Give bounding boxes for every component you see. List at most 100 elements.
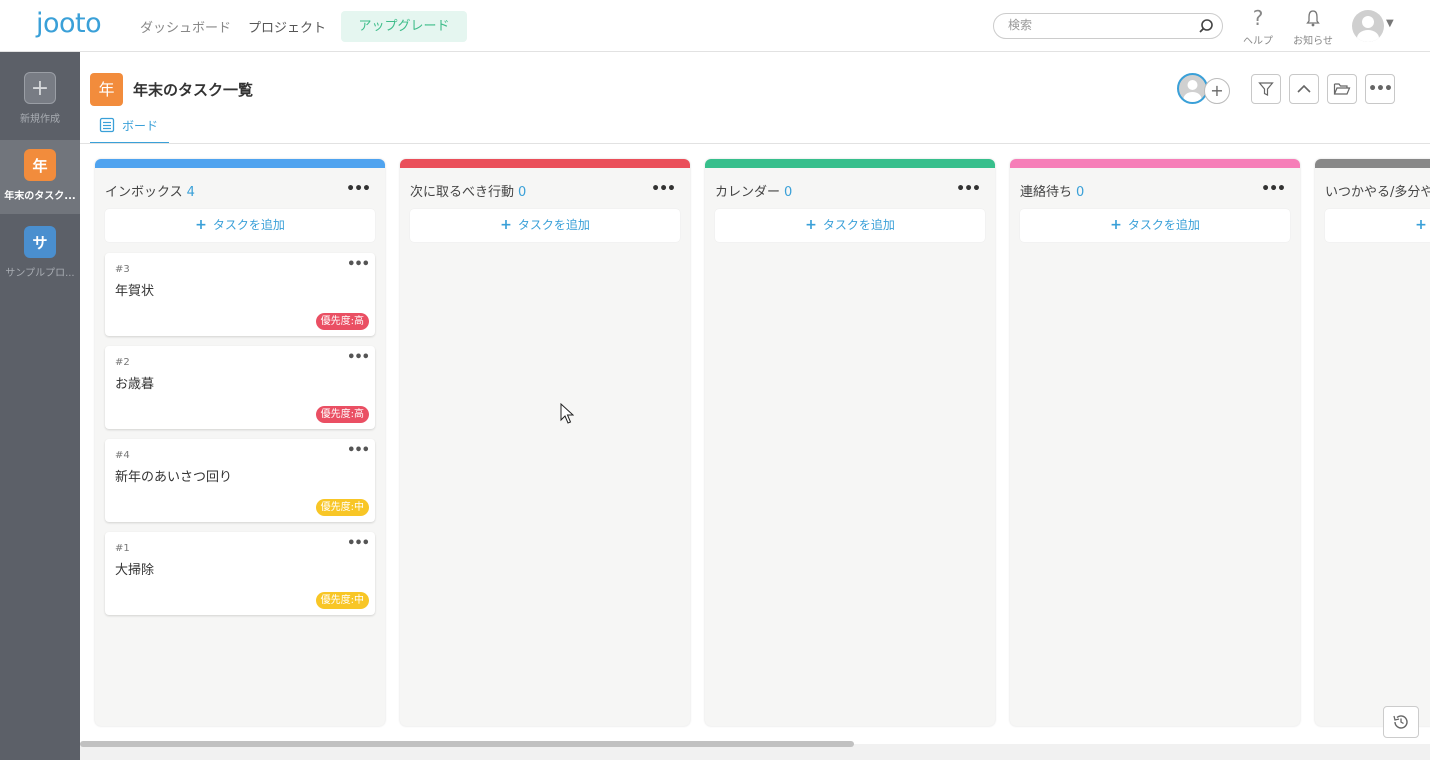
chevron-down-icon[interactable]: ▼ xyxy=(1386,18,1394,29)
column-waiting: 連絡待ち 0 ••• + タスクを追加 xyxy=(1010,159,1300,726)
jooto-logo[interactable]: jooto xyxy=(36,8,102,39)
card-menu-icon[interactable]: ••• xyxy=(347,536,370,551)
notice-button[interactable]: お知らせ xyxy=(1288,6,1338,47)
archive-button[interactable] xyxy=(1327,74,1357,104)
column-name: いつかやる/多分や xyxy=(1325,185,1430,200)
task-title: 大掃除 xyxy=(115,563,155,578)
column-inbox: インボックス 4 ••• + タスクを追加 #3 年賀状 ••• 優先度:高 #2 … xyxy=(95,159,385,726)
add-task-label: タスクを追加 xyxy=(212,218,285,232)
add-task-button[interactable]: +タスクを追加 xyxy=(1325,209,1430,242)
page-title: 年末のタスク一覧 xyxy=(133,81,254,99)
nav-project[interactable]: プロジェクト xyxy=(248,17,326,36)
column-color-bar xyxy=(1010,159,1300,168)
search-box xyxy=(993,13,1223,39)
add-task-button[interactable]: + タスクを追加 xyxy=(715,209,985,242)
task-card[interactable]: #1 大掃除 ••• 優先度:中 xyxy=(105,532,375,615)
column-title: カレンダー 0 xyxy=(715,181,792,200)
task-title: 年賀状 xyxy=(115,284,155,299)
column-menu-icon[interactable]: ••• xyxy=(346,181,371,197)
priority-badge: 優先度:高 xyxy=(315,313,369,330)
task-number: #2 xyxy=(115,357,130,368)
column-color-bar xyxy=(400,159,690,168)
plus-icon: + xyxy=(500,217,512,233)
sidebar-item-project-1[interactable]: 年 年末のタスク... xyxy=(0,140,80,214)
column-name: 連絡待ち xyxy=(1020,185,1073,200)
column-color-bar xyxy=(95,159,385,168)
sidebar-item-project-2[interactable]: サ サンプルプロ... xyxy=(0,226,80,279)
upgrade-button[interactable]: アップグレード xyxy=(341,11,467,42)
column-calendar: カレンダー 0 ••• + タスクを追加 xyxy=(705,159,995,726)
nav-dashboard[interactable]: ダッシュボード xyxy=(140,17,231,36)
project-sidebar: + 新規作成 年 年末のタスク... サ サンプルプロ... xyxy=(0,52,80,760)
task-title: 新年のあいさつ回り xyxy=(115,470,233,485)
priority-badge: 優先度:高 xyxy=(315,406,369,423)
tab-board-label: ボード xyxy=(122,119,159,133)
more-options-button[interactable]: ••• xyxy=(1365,74,1395,104)
task-number: #3 xyxy=(115,264,130,275)
priority-badge: 優先度:中 xyxy=(315,499,369,516)
sidebar-item-label: 年末のタスク... xyxy=(4,191,76,202)
column-color-bar xyxy=(705,159,995,168)
user-avatar[interactable] xyxy=(1352,10,1384,42)
folder-open-icon xyxy=(1333,83,1351,95)
question-icon: ? xyxy=(1252,6,1264,30)
column-count: 0 xyxy=(518,185,527,200)
scrollbar-thumb[interactable] xyxy=(80,741,854,747)
more-icon: ••• xyxy=(1368,81,1393,97)
plus-icon: + xyxy=(1415,217,1427,233)
history-button[interactable] xyxy=(1383,706,1419,738)
project-icon: 年 xyxy=(90,73,123,106)
task-title: お歳暮 xyxy=(115,377,155,392)
column-title: 連絡待ち 0 xyxy=(1020,181,1084,200)
plus-icon: + xyxy=(1110,217,1122,233)
column-menu-icon[interactable]: ••• xyxy=(956,181,981,197)
search-icon[interactable] xyxy=(1198,18,1214,34)
top-navbar: jooto ダッシュボード プロジェクト アップグレード ? ヘルプ お知らせ … xyxy=(0,0,1430,52)
filter-icon xyxy=(1258,82,1274,96)
column-count: 0 xyxy=(1076,185,1085,200)
column-title: 次に取るべき行動 0 xyxy=(410,181,526,200)
add-task-button[interactable]: +タスクを追加 xyxy=(105,209,375,242)
column-name: 次に取るべき行動 xyxy=(410,185,515,200)
board-icon xyxy=(99,117,115,133)
column-count: 0 xyxy=(784,185,793,200)
column-menu-icon[interactable]: ••• xyxy=(1261,181,1286,197)
collapse-button[interactable] xyxy=(1289,74,1319,104)
add-task-label: タスクを追加 xyxy=(1127,218,1200,232)
project-initial-icon: 年 xyxy=(24,149,56,181)
sidebar-item-label: サンプルプロ... xyxy=(5,268,75,279)
history-icon xyxy=(1393,715,1408,729)
filter-button[interactable] xyxy=(1251,74,1281,104)
column-menu-icon[interactable]: ••• xyxy=(651,181,676,197)
add-task-button[interactable]: + タスクを追加 xyxy=(410,209,680,242)
task-number: #1 xyxy=(115,543,130,554)
priority-badge: 優先度:中 xyxy=(315,592,369,609)
kanban-board: インボックス 4 ••• + タスクを追加 #3 年賀状 ••• 優先度:高 #2 … xyxy=(80,144,1430,744)
notice-label: お知らせ xyxy=(1293,36,1333,47)
column-count: 4 xyxy=(186,185,195,200)
add-member-button[interactable]: + xyxy=(1204,78,1230,104)
search-input[interactable] xyxy=(1008,18,1188,32)
tab-board[interactable]: ボード xyxy=(90,114,169,144)
card-menu-icon[interactable]: ••• xyxy=(347,350,370,365)
column-color-bar xyxy=(1315,159,1430,168)
task-card[interactable]: #2 お歳暮 ••• 優先度:高 xyxy=(105,346,375,429)
add-task-button[interactable]: + タスクを追加 xyxy=(1020,209,1290,242)
task-number: #4 xyxy=(115,450,130,461)
column-next-actions: 次に取るべき行動 0 ••• + タスクを追加 xyxy=(400,159,690,726)
help-button[interactable]: ? ヘルプ xyxy=(1233,6,1283,47)
new-project-button[interactable]: + 新規作成 xyxy=(0,72,80,125)
new-project-label: 新規作成 xyxy=(20,114,60,125)
project-initial-icon: サ xyxy=(24,226,56,258)
column-title: いつかやる/多分や xyxy=(1325,181,1430,200)
column-someday: いつかやる/多分や +タスクを追加 xyxy=(1315,159,1430,726)
card-menu-icon[interactable]: ••• xyxy=(347,443,370,458)
add-task-label: タスクを追加 xyxy=(517,218,590,232)
task-card[interactable]: #3 年賀状 ••• 優先度:高 xyxy=(105,253,375,336)
add-task-label: タスクを追加 xyxy=(822,218,895,232)
task-card[interactable]: #4 新年のあいさつ回り ••• 優先度:中 xyxy=(105,439,375,522)
card-menu-icon[interactable]: ••• xyxy=(347,257,370,272)
plus-icon: + xyxy=(805,217,817,233)
column-title: インボックス 4 xyxy=(105,181,195,200)
column-name: カレンダー xyxy=(715,185,781,200)
